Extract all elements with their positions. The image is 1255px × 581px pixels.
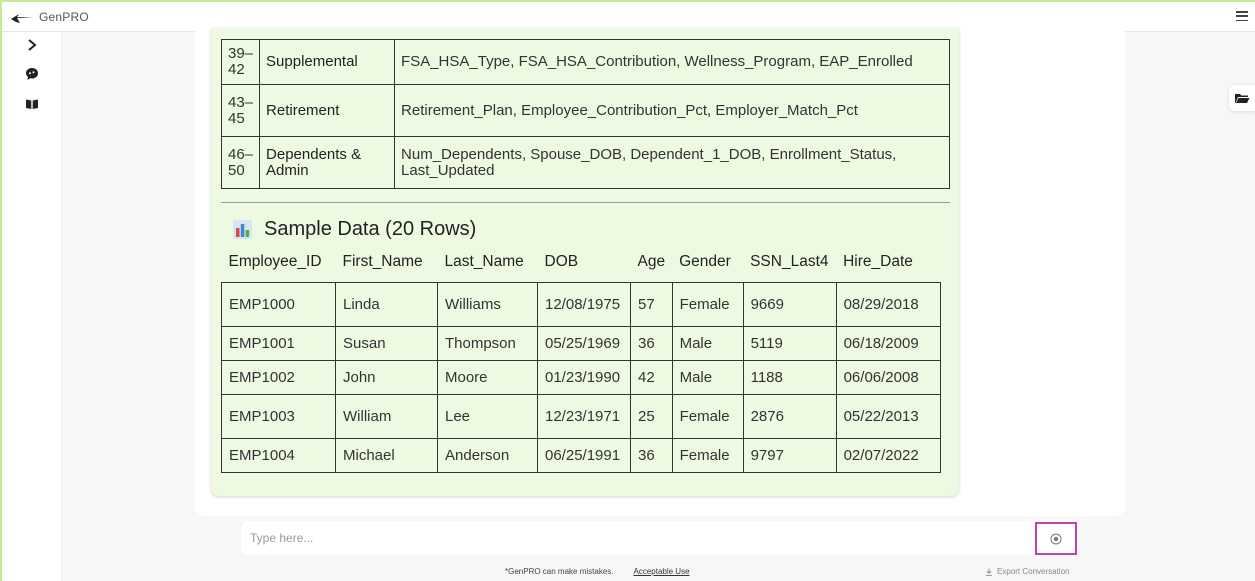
category-cell: Dependents & Admin (259, 136, 396, 189)
bar-chart-icon (233, 220, 252, 239)
section-title-text: Sample Data (20 Rows) (264, 218, 477, 240)
table-cell: 05/22/2013 (835, 393, 941, 439)
table-row: 46–50 Dependents & Admin Num_Dependents,… (220, 136, 950, 189)
table-cell: Michael (335, 437, 438, 473)
table-row: EMP1002 John Moore 01/23/1990 42 Male 11… (221, 359, 941, 395)
range-cell: 43–45 (220, 84, 261, 137)
table-row: EMP1000 Linda Williams 12/08/1975 57 Fem… (221, 281, 941, 327)
app-logo[interactable]: GenPRO (10, 10, 89, 24)
table-cell: 12/23/1971 (537, 393, 631, 439)
column-header: Employee_ID (228, 252, 322, 270)
table-cell: 06/25/1991 (537, 437, 631, 473)
column-header: First_Name (342, 252, 423, 270)
table-row: EMP1003 William Lee 12/23/1971 25 Female… (221, 393, 941, 439)
divider (221, 202, 950, 203)
table-cell: 36 (630, 437, 673, 473)
export-label: Export Conversation (997, 567, 1070, 576)
table-cell: 42 (630, 359, 673, 395)
chat-icon[interactable] (24, 66, 40, 82)
disclaimer-text: *GenPRO can make mistakes. (505, 567, 614, 576)
sidebar (2, 32, 62, 581)
table-cell: 9797 (742, 437, 837, 473)
genpro-logo-icon (11, 13, 34, 23)
table-cell: John (335, 359, 438, 395)
table-cell: Thompson (437, 325, 538, 361)
range-cell: 46–50 (220, 136, 261, 189)
sample-data-table: Employee_ID First_Name Last_Name DOB Age… (221, 252, 941, 473)
fields-cell: FSA_HSA_Type, FSA_HSA_Contribution, Well… (394, 39, 950, 85)
table-cell: Male (671, 359, 744, 395)
stop-circle-icon (1050, 533, 1062, 544)
table-cell: 05/25/1969 (537, 325, 631, 361)
table-cell: 06/06/2008 (835, 359, 941, 395)
table-cell: EMP1004 (221, 437, 336, 473)
menu-icon[interactable] (1235, 9, 1249, 23)
send-button[interactable] (1035, 522, 1077, 555)
table-cell: 12/08/1975 (537, 281, 631, 327)
category-cell: Supplemental (259, 39, 396, 85)
column-header: Hire_Date (843, 252, 913, 270)
app-name: GenPRO (39, 9, 89, 24)
category-cell: Retirement (259, 84, 396, 137)
table-cell: Linda (335, 281, 438, 327)
table-cell: Female (671, 393, 744, 439)
chat-input-bar (241, 521, 1079, 555)
export-conversation-button[interactable]: Export Conversation (985, 567, 1069, 576)
table-cell: Anderson (437, 437, 538, 473)
column-header: DOB (544, 252, 579, 270)
table-row: EMP1001 Susan Thompson 05/25/1969 36 Mal… (221, 325, 941, 361)
table-cell: Female (671, 281, 744, 327)
table-cell: EMP1000 (221, 281, 336, 327)
table-row: 43–45 Retirement Retirement_Plan, Employ… (220, 84, 950, 137)
column-header: SSN_Last4 (750, 252, 829, 270)
table-cell: Male (671, 325, 744, 361)
table-header-row: Employee_ID First_Name Last_Name DOB Age… (222, 252, 941, 282)
column-header: Gender (679, 252, 731, 270)
table-row: EMP1004 Michael Anderson 06/25/1991 36 F… (221, 437, 941, 473)
table-cell: 9669 (742, 281, 837, 327)
download-icon (986, 568, 992, 576)
table-cell: William (335, 393, 438, 439)
table-cell: EMP1002 (221, 359, 336, 395)
table-cell: 08/29/2018 (835, 281, 941, 327)
fields-cell: Retirement_Plan, Employee_Contribution_P… (394, 84, 950, 137)
table-cell: 2876 (742, 393, 837, 439)
table-cell: 06/18/2009 (835, 325, 941, 361)
table-cell: 02/07/2022 (835, 437, 941, 473)
table-cell: Female (671, 437, 744, 473)
message-input[interactable] (250, 531, 1010, 545)
table-cell: Susan (335, 325, 438, 361)
fields-cell: Num_Dependents, Spouse_DOB, Dependent_1_… (394, 136, 950, 189)
folder-icon[interactable] (1229, 85, 1255, 111)
table-cell: EMP1003 (221, 393, 336, 439)
table-row: 39–42 Supplemental FSA_HSA_Type, FSA_HSA… (220, 39, 950, 85)
table-cell: 57 (630, 281, 673, 327)
table-cell: Moore (437, 359, 538, 395)
table-cell: Williams (437, 281, 538, 327)
table-cell: 25 (630, 393, 673, 439)
table-cell: Lee (437, 393, 538, 439)
table-cell: EMP1001 (221, 325, 336, 361)
table-cell: 1188 (742, 359, 837, 395)
column-header: Age (637, 252, 666, 270)
response-panel: 39–42 Supplemental FSA_HSA_Type, FSA_HSA… (211, 28, 959, 496)
expand-chevron-icon[interactable] (24, 37, 40, 53)
category-table: 39–42 Supplemental FSA_HSA_Type, FSA_HSA… (220, 39, 950, 189)
acceptable-use-link[interactable]: Acceptable Use (633, 567, 689, 576)
sample-data-heading: Sample Data (20 Rows) (233, 218, 476, 241)
table-cell: 5119 (742, 325, 837, 361)
column-header: Last_Name (444, 252, 524, 270)
book-icon[interactable] (24, 96, 40, 112)
footer-disclaimer: *GenPRO can make mistakes. Acceptable Us… (505, 567, 690, 576)
table-cell: 36 (630, 325, 673, 361)
range-cell: 39–42 (220, 39, 261, 85)
table-cell: 01/23/1990 (537, 359, 631, 395)
